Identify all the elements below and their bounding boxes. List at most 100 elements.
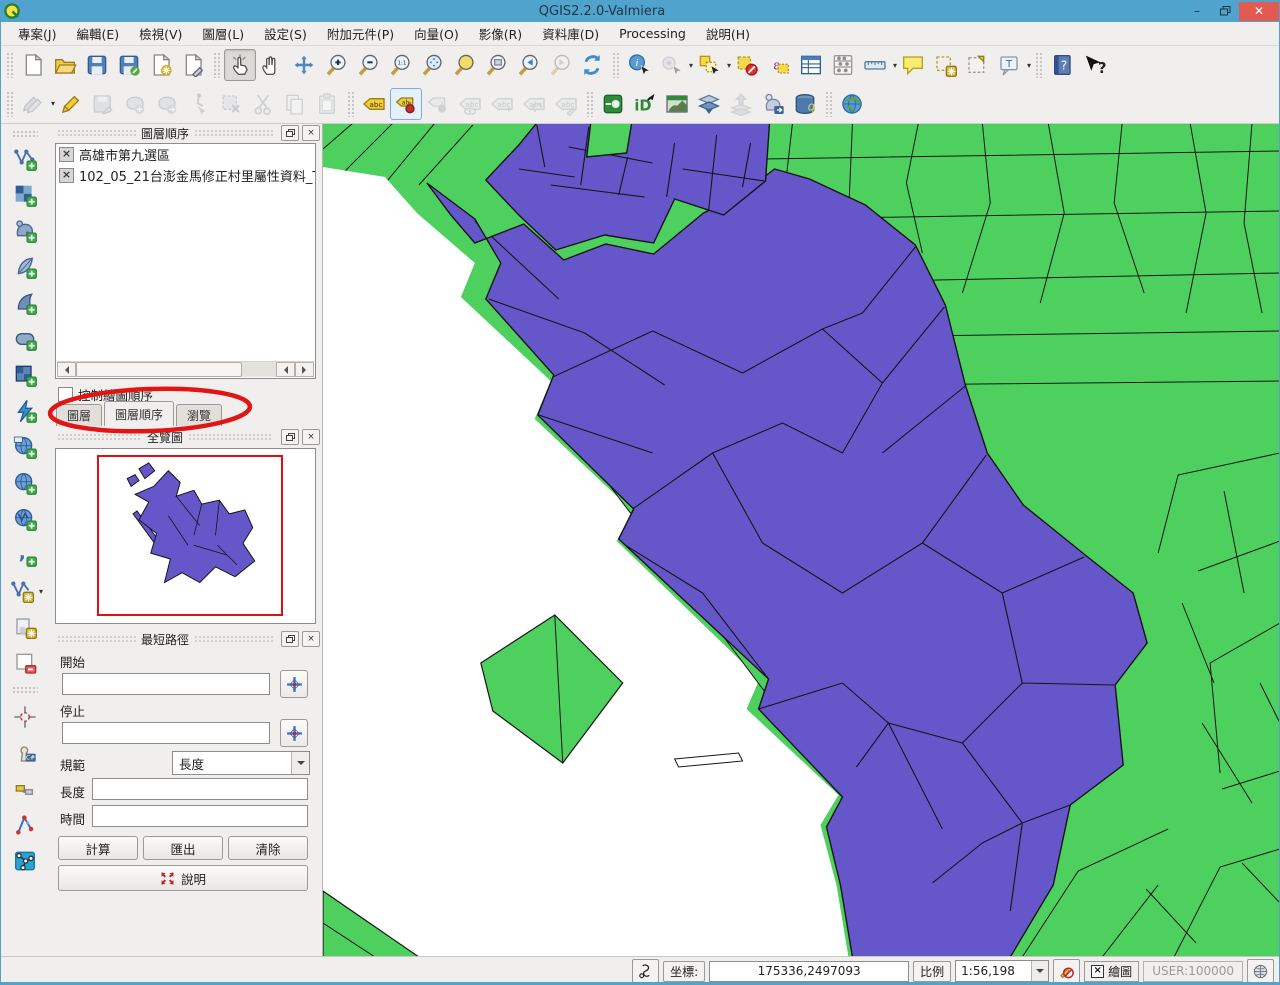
field-calculator-button[interactable] bbox=[827, 49, 859, 81]
layer-order-item[interactable]: ×高雄市第九選區 bbox=[56, 144, 315, 165]
zoom-in-button[interactable] bbox=[320, 49, 352, 81]
layer-labeling-pinned-button[interactable]: ab bbox=[390, 88, 422, 120]
add-wfs-layer-button[interactable] bbox=[10, 504, 40, 534]
layer-visibility-checkbox[interactable]: × bbox=[59, 168, 74, 183]
road-graph-button[interactable] bbox=[10, 810, 40, 840]
plugin-layers-button[interactable] bbox=[693, 88, 725, 120]
stop-input[interactable] bbox=[62, 722, 270, 744]
save-project-as-button[interactable] bbox=[113, 49, 145, 81]
coordinate-value[interactable]: 175336,2497093 bbox=[709, 961, 909, 982]
show-bookmarks-button[interactable] bbox=[961, 49, 993, 81]
scale-select[interactable]: 1:56,198 bbox=[955, 960, 1049, 982]
float-panel-icon[interactable] bbox=[281, 429, 299, 445]
chevron-down-icon[interactable] bbox=[291, 752, 309, 774]
add-raster-layer-button[interactable] bbox=[10, 180, 40, 210]
toolbar-grip-handle[interactable] bbox=[1035, 52, 1042, 78]
deselect-features-button[interactable] bbox=[731, 49, 763, 81]
menu-item-2[interactable]: 檢視(V) bbox=[129, 21, 192, 46]
toolbar-grip-handle[interactable] bbox=[12, 130, 38, 137]
layer-order-item[interactable]: ×102_05_21台澎金馬修正村里屬性資料_TWD9 bbox=[56, 165, 315, 186]
new-shapefile-layer-button[interactable] bbox=[7, 576, 37, 606]
zoom-last-button[interactable] bbox=[512, 49, 544, 81]
zoom-to-layer-button[interactable] bbox=[480, 49, 512, 81]
pick-stop-point-button[interactable] bbox=[280, 719, 308, 747]
toolbar-grip-handle[interactable] bbox=[6, 91, 13, 117]
dropdown-arrow-icon[interactable]: ▾ bbox=[39, 587, 43, 596]
whats-this-button[interactable]: ? bbox=[1078, 49, 1110, 81]
overview-map[interactable] bbox=[55, 448, 316, 624]
touch-zoom-button[interactable] bbox=[224, 49, 256, 81]
toolbar-grip-handle[interactable] bbox=[347, 91, 354, 117]
layer-visibility-checkbox[interactable]: × bbox=[59, 147, 74, 162]
save-layer-edits-button[interactable] bbox=[87, 88, 119, 120]
map-tips-button[interactable] bbox=[897, 49, 929, 81]
attribute-table-button[interactable] bbox=[795, 49, 827, 81]
coordinate-capture-button[interactable] bbox=[632, 959, 659, 983]
calculate-button[interactable]: 計算 bbox=[58, 836, 138, 860]
move-feature-button[interactable] bbox=[151, 88, 183, 120]
new-bookmark-button[interactable] bbox=[929, 49, 961, 81]
chevron-down-icon[interactable] bbox=[1031, 961, 1048, 981]
float-panel-icon[interactable] bbox=[281, 125, 299, 141]
add-spatialite-layer-button[interactable] bbox=[10, 252, 40, 282]
add-oracle-georaster-button[interactable] bbox=[10, 396, 40, 426]
minimize-button[interactable]: – bbox=[1183, 2, 1211, 21]
menu-item-6[interactable]: 向量(O) bbox=[404, 21, 469, 46]
toolbar-grip-handle[interactable] bbox=[213, 52, 220, 78]
current-edits-button[interactable] bbox=[17, 88, 49, 120]
criterion-select[interactable]: 長度 bbox=[172, 751, 310, 775]
float-panel-icon[interactable] bbox=[281, 631, 299, 647]
change-label-button[interactable]: abc bbox=[550, 88, 582, 120]
new-print-composer-button[interactable] bbox=[145, 49, 177, 81]
toolbar-grip-handle[interactable] bbox=[612, 52, 619, 78]
plugin-db-connect-button[interactable] bbox=[597, 88, 629, 120]
add-oracle-layer-button[interactable] bbox=[10, 324, 40, 354]
menu-item-5[interactable]: 附加元件(P) bbox=[317, 21, 404, 46]
osm-place-search-button[interactable] bbox=[836, 88, 868, 120]
close-panel-icon[interactable]: × bbox=[302, 429, 320, 445]
composer-manager-button[interactable] bbox=[177, 49, 209, 81]
close-panel-icon[interactable]: × bbox=[302, 631, 320, 647]
save-project-button[interactable] bbox=[81, 49, 113, 81]
scroll-left-icon[interactable] bbox=[276, 362, 295, 377]
add-wcs-layer-button[interactable] bbox=[10, 432, 40, 462]
menu-item-7[interactable]: 影像(R) bbox=[469, 21, 532, 46]
select-features-button[interactable] bbox=[693, 49, 725, 81]
render-checkbox-box[interactable]: × bbox=[1091, 965, 1104, 978]
close-panel-icon[interactable]: × bbox=[302, 125, 320, 141]
new-gpx-layer-button[interactable] bbox=[10, 612, 40, 642]
pin-labels-button[interactable] bbox=[422, 88, 454, 120]
menu-item-0[interactable]: 專案(J) bbox=[8, 21, 66, 46]
remove-layer-button[interactable] bbox=[10, 648, 40, 678]
layer-labeling-button[interactable]: abc bbox=[358, 88, 390, 120]
zoom-native-button[interactable]: 1:1 bbox=[384, 49, 416, 81]
show-hide-labels-button[interactable]: abc bbox=[454, 88, 486, 120]
select-by-expression-button[interactable]: ε bbox=[763, 49, 795, 81]
add-feature-button[interactable] bbox=[119, 88, 151, 120]
zoom-next-button[interactable] bbox=[544, 49, 576, 81]
checkbox-box[interactable] bbox=[58, 387, 73, 402]
topology-checker-button[interactable] bbox=[10, 846, 40, 876]
measure-button[interactable] bbox=[859, 49, 891, 81]
add-delimited-text-button[interactable]: , bbox=[10, 540, 40, 570]
time-input[interactable] bbox=[92, 805, 308, 827]
dock-tab-圖層[interactable]: 圖層 bbox=[56, 404, 102, 426]
toolbar-grip-handle[interactable] bbox=[6, 52, 13, 78]
add-wms-layer-button[interactable] bbox=[10, 360, 40, 390]
zoom-out-button[interactable] bbox=[352, 49, 384, 81]
scroll-right-icon[interactable] bbox=[295, 362, 314, 377]
toolbar-grip-handle[interactable] bbox=[825, 91, 832, 117]
add-postgis-layer-button[interactable] bbox=[10, 216, 40, 246]
menu-item-1[interactable]: 編輯(E) bbox=[66, 21, 129, 46]
map-canvas[interactable] bbox=[322, 123, 1280, 957]
clear-button[interactable]: 清除 bbox=[228, 836, 308, 860]
rotate-label-button[interactable]: abc bbox=[518, 88, 550, 120]
delete-selected-button[interactable] bbox=[215, 88, 247, 120]
pan-to-selection-button[interactable] bbox=[288, 49, 320, 81]
add-mssql-layer-button[interactable] bbox=[10, 288, 40, 318]
cut-features-button[interactable] bbox=[247, 88, 279, 120]
osm-id-editor-button[interactable]: iD bbox=[629, 88, 661, 120]
offline-editing-button[interactable]: C# bbox=[10, 738, 40, 768]
text-annotation-button[interactable]: T bbox=[993, 49, 1025, 81]
help-contents-button[interactable]: ? bbox=[1046, 49, 1078, 81]
